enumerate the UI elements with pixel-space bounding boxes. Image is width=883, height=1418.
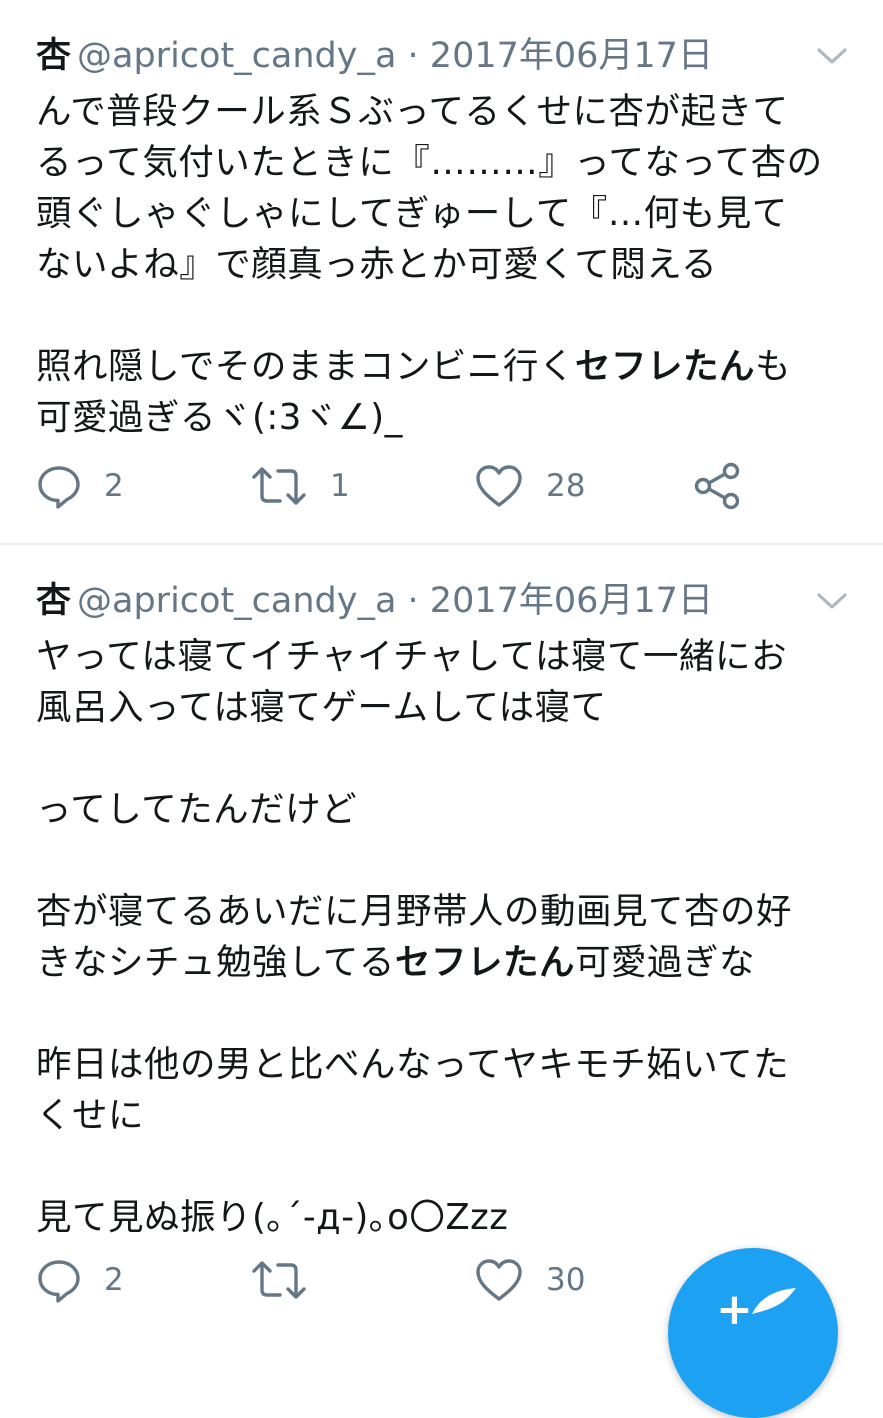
- chevron-down-icon[interactable]: [815, 589, 849, 613]
- tweet[interactable]: 杏 @apricot_candy_a · 2017年06月17日 んで普段クール系…: [0, 0, 883, 544]
- user-handle-date[interactable]: @apricot_candy_a · 2017年06月17日: [77, 581, 713, 621]
- retweet-icon: [252, 467, 306, 505]
- tweet[interactable]: 杏 @apricot_candy_a · 2017年06月17日 ヤっては寝てイチ…: [0, 545, 883, 1312]
- share-button[interactable]: [693, 456, 741, 516]
- like-count: 28: [546, 468, 586, 504]
- tweet-header: 杏 @apricot_candy_a · 2017年06月17日: [36, 30, 713, 82]
- tweet-text-part: んで普段クール系Ｓぶってるくせに杏が起きて るって気付いたときに『………』ってな…: [36, 91, 823, 387]
- like-button[interactable]: 30: [474, 1250, 585, 1310]
- compose-feather-icon: +: [716, 1284, 753, 1335]
- reply-icon: [38, 1260, 80, 1303]
- reply-count: 2: [104, 468, 124, 504]
- tweet-text-bold: セフレたん: [394, 942, 575, 983]
- chevron-down-icon[interactable]: [815, 44, 849, 68]
- retweet-button[interactable]: 1: [250, 456, 350, 516]
- reply-button[interactable]: 2: [36, 1250, 124, 1310]
- compose-tweet-button[interactable]: +: [668, 1248, 838, 1418]
- tweet-actions: 2 1 28: [0, 456, 883, 516]
- share-icon: [694, 462, 740, 510]
- tweet-header: 杏 @apricot_candy_a · 2017年06月17日: [36, 575, 713, 627]
- like-count: 30: [546, 1262, 586, 1298]
- reply-button[interactable]: 2: [36, 456, 124, 516]
- tweet-text: ヤっては寝てイチャイチャしては寝て一緒にお 風呂入っては寝てゲームしては寝て っ…: [36, 631, 851, 1243]
- like-button[interactable]: 28: [474, 456, 585, 516]
- user-name[interactable]: 杏: [36, 581, 71, 621]
- like-icon: [476, 1259, 522, 1301]
- reply-icon: [38, 466, 80, 509]
- user-name[interactable]: 杏: [36, 36, 71, 76]
- user-handle-date[interactable]: @apricot_candy_a · 2017年06月17日: [77, 36, 713, 76]
- retweet-button[interactable]: [250, 1250, 330, 1310]
- retweet-count: 1: [330, 468, 350, 504]
- retweet-icon: [252, 1261, 306, 1299]
- tweet-text: んで普段クール系Ｓぶってるくせに杏が起きて るって気付いたときに『………』ってな…: [36, 86, 851, 443]
- tweet-text-part: ヤっては寝てイチャイチャしては寝て一緒にお 風呂入っては寝てゲームしては寝て っ…: [36, 636, 793, 983]
- like-icon: [476, 465, 522, 507]
- tweet-text-bold: セフレたん: [574, 346, 755, 387]
- reply-count: 2: [104, 1262, 124, 1298]
- tweet-text-part: 可愛過ぎな 昨日は他の男と比べんなってヤキモチ妬いてた くせに 見て見ぬ振り(｡…: [36, 942, 790, 1238]
